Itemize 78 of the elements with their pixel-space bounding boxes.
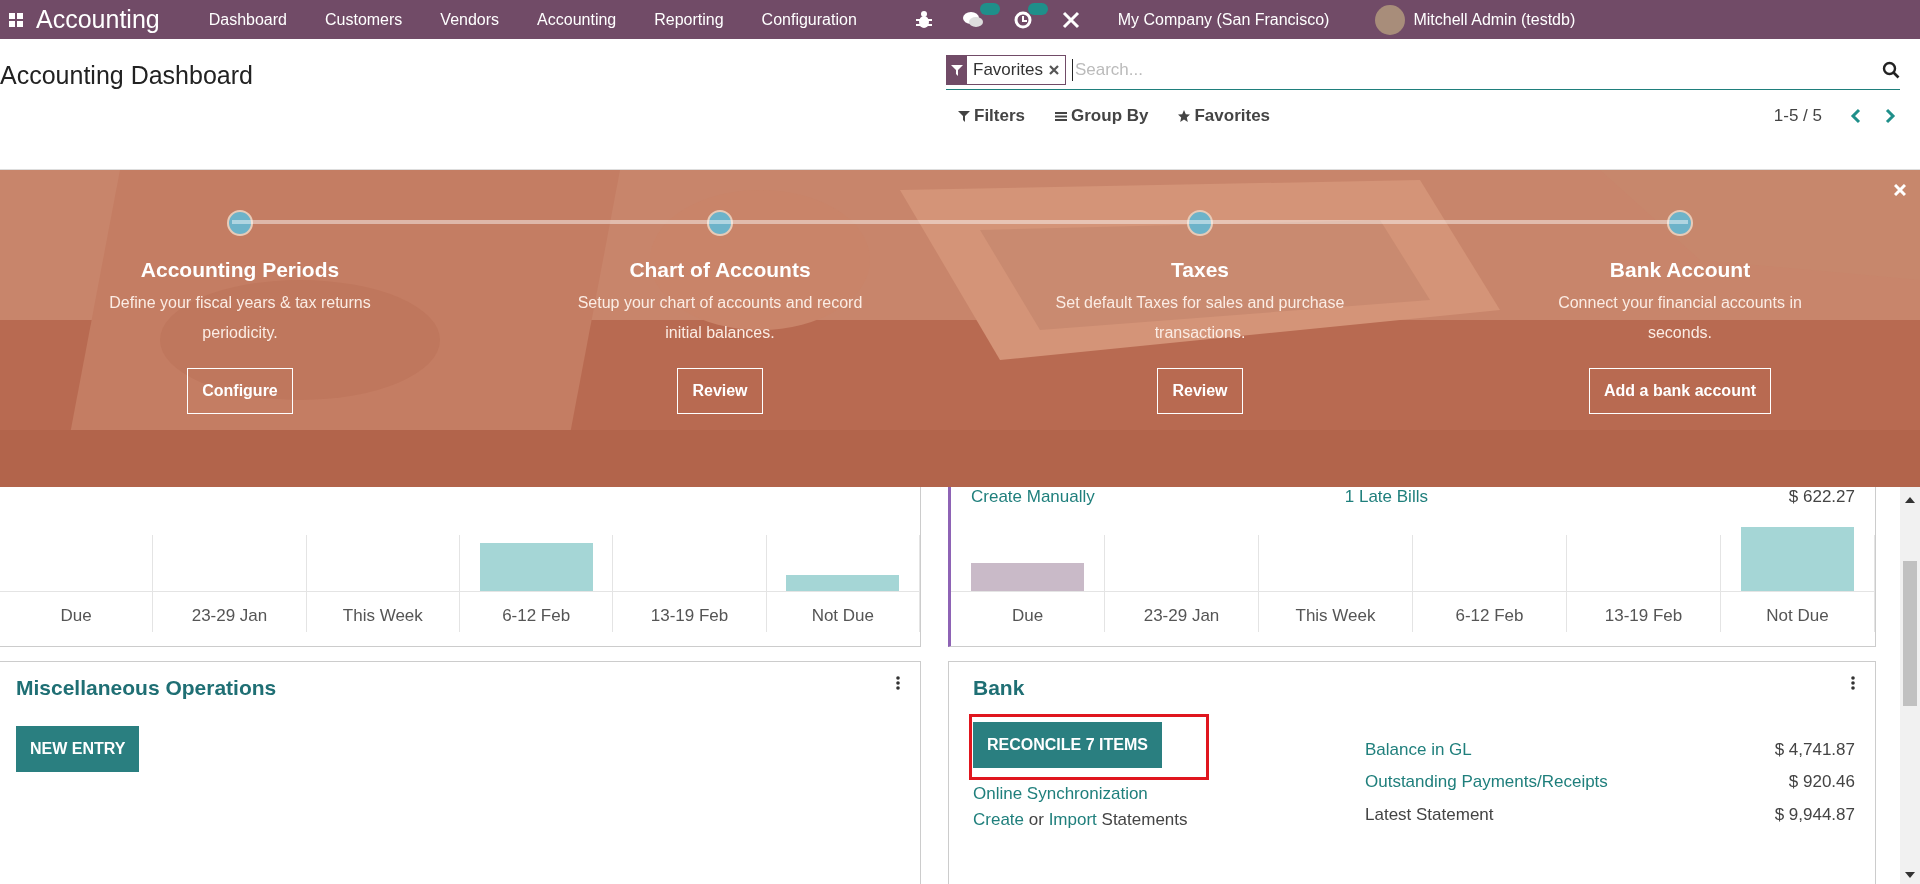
menu-item[interactable]: Vendors <box>440 10 500 29</box>
stat-amount: $ 920.46 <box>1787 772 1855 794</box>
menu-item[interactable]: Dashboard <box>208 10 287 29</box>
step-title: Taxes <box>1171 258 1229 282</box>
stat-label: Latest Statement <box>1365 804 1495 826</box>
search-icon <box>1882 61 1900 79</box>
scrollbar-thumb[interactable] <box>1903 561 1917 706</box>
step-description: Set default Taxes for sales and purchase transactions. <box>1055 293 1345 343</box>
clock-icon <box>1013 10 1032 29</box>
link-link[interactable]: Create <box>973 810 1025 829</box>
step-button[interactable]: Add a bank account <box>1589 368 1771 414</box>
axis-label: 6-12 Feb <box>1455 605 1524 627</box>
step-button[interactable]: Review <box>1157 368 1243 414</box>
axis-label: Not Due <box>811 605 874 627</box>
filter-button[interactable]: Favorites <box>1178 106 1271 126</box>
menu-item[interactable]: Reporting <box>654 10 724 29</box>
page-title: Accounting Dashboard <box>0 61 254 90</box>
menu-item[interactable]: Configuration <box>761 10 857 29</box>
stat-amount: $ 4,741.87 <box>1774 740 1855 761</box>
filter-icon <box>958 110 970 122</box>
close-icon[interactable] <box>1894 184 1906 196</box>
close-icon <box>1048 65 1059 75</box>
notification-badge <box>1027 2 1048 15</box>
more-icon <box>1851 676 1855 690</box>
app-title: Accounting <box>36 5 160 34</box>
stat-link[interactable]: Balance in GL <box>1365 740 1775 766</box>
chat-icon <box>961 10 984 29</box>
axis-label: 13-19 Feb <box>650 605 729 627</box>
reconcile-button[interactable]: RECONCILE 7 ITEMS <box>973 722 1162 768</box>
user-avatar[interactable] <box>1375 4 1406 35</box>
facet-label: Favorites <box>972 60 1044 80</box>
sync-link[interactable]: Online Synchronization <box>973 784 1148 804</box>
axis-label: Not Due <box>1766 605 1829 627</box>
scroll-down-icon <box>1905 872 1915 878</box>
card-title[interactable]: Miscellaneous Operations <box>16 676 277 700</box>
axis-label: Due <box>1011 605 1044 627</box>
new-entry-button[interactable]: NEW ENTRY <box>16 726 140 772</box>
axis-label: 23-29 Jan <box>191 605 268 627</box>
user-menu[interactable]: Mitchell Admin (testdb) <box>1413 10 1576 29</box>
star-icon <box>1178 110 1191 122</box>
step-button[interactable]: Review <box>677 368 763 414</box>
step-button[interactable]: Configure <box>187 368 293 414</box>
stat-amount: $ 9,944.87 <box>1774 804 1855 826</box>
bug-icon <box>915 10 932 29</box>
link-link[interactable]: Import <box>1048 810 1097 829</box>
step-description: Connect your financial accounts in seconds. <box>1557 293 1803 343</box>
axis-label: Due <box>60 605 92 627</box>
search-facet[interactable]: Favorites <box>946 55 1066 85</box>
card-title[interactable]: Bank <box>973 676 1025 700</box>
stat-link[interactable]: Outstanding Payments/Receipts <box>1365 772 1775 798</box>
filter-button[interactable]: Group By <box>1055 106 1149 126</box>
step-description: Setup your chart of accounts and record initial balances. <box>576 293 864 343</box>
menu-item[interactable]: Accounting <box>537 10 617 29</box>
axis-label: This Week <box>342 605 423 627</box>
apps-icon <box>8 11 24 28</box>
statements-text: Create or Import Statements <box>973 810 1189 830</box>
scroll-up-icon <box>1905 497 1915 503</box>
next-icon <box>1884 108 1896 124</box>
axis-label: 23-29 Jan <box>1143 605 1220 627</box>
late-amount: $ 622.27 <box>1788 487 1855 507</box>
pager-value: 1-5 / 5 <box>1773 106 1822 126</box>
menu-item[interactable]: Customers <box>325 10 403 29</box>
create-link[interactable]: Create Manually <box>971 487 1095 507</box>
axis-label: 6-12 Feb <box>502 605 571 627</box>
step-title: Chart of Accounts <box>629 258 811 282</box>
step-title: Bank Account <box>1609 258 1751 282</box>
notification-badge <box>979 2 1000 15</box>
previous-icon <box>1850 108 1862 124</box>
step-title: Accounting Periods <box>140 258 340 282</box>
filter-icon <box>951 64 963 76</box>
company-switcher[interactable]: My Company (San Francisco) <box>1117 10 1330 29</box>
late-bills-link[interactable]: 1 Late Bills <box>1344 487 1428 507</box>
axis-label: 13-19 Feb <box>1604 605 1683 627</box>
filter-button[interactable]: Filters <box>958 106 1026 126</box>
more-icon <box>896 676 900 690</box>
list-icon <box>1055 110 1068 122</box>
step-description: Define your fiscal years & tax returns periodicity. <box>108 293 372 343</box>
axis-label: This Week <box>1295 605 1376 627</box>
